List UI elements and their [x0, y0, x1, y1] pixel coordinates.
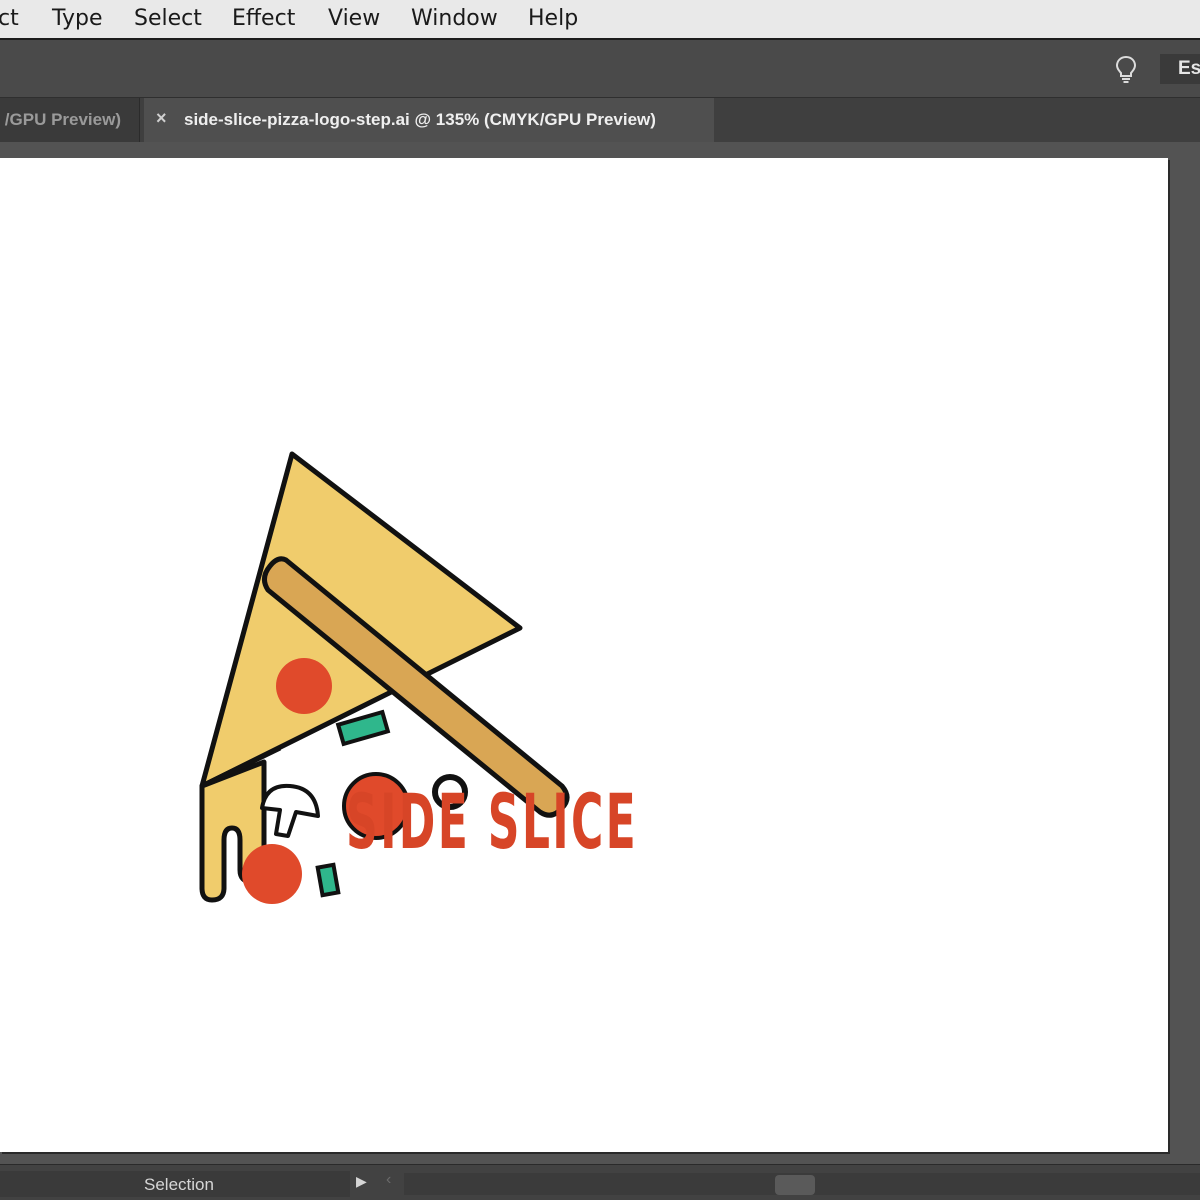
scroll-left-icon[interactable]: ‹ — [386, 1171, 391, 1189]
status-tool-field[interactable]: Selection — [0, 1171, 350, 1197]
status-tool-label: Selection — [144, 1175, 214, 1194]
menu-object[interactable]: ct — [0, 6, 19, 31]
tab-previous-label: /GPU Preview) — [4, 110, 121, 129]
menu-window[interactable]: Window — [411, 6, 498, 31]
close-icon[interactable]: × — [156, 108, 167, 129]
control-bar: Es — [0, 40, 1200, 98]
menu-type[interactable]: Type — [52, 6, 103, 31]
tab-previous-document[interactable]: /GPU Preview) — [0, 98, 140, 142]
pepperoni-3 — [242, 844, 302, 904]
canvas-area[interactable]: SIDE SLICE — [0, 142, 1200, 1164]
menu-help[interactable]: Help — [528, 6, 578, 31]
mushroom — [260, 783, 320, 838]
pepperoni-1 — [276, 658, 332, 714]
pepper-2 — [315, 862, 341, 898]
menu-select[interactable]: Select — [134, 6, 202, 31]
document-tab-bar: /GPU Preview) × side-slice-pizza-logo-st… — [0, 98, 1200, 142]
menu-bar: ct Type Select Effect View Window Help — [0, 0, 1200, 40]
tab-active-label: side-slice-pizza-logo-step.ai @ 135% (CM… — [184, 110, 656, 129]
scrollbar-thumb[interactable] — [775, 1175, 815, 1195]
tab-active-document[interactable]: × side-slice-pizza-logo-step.ai @ 135% (… — [144, 98, 714, 142]
menu-view[interactable]: View — [328, 6, 380, 31]
artboard[interactable]: SIDE SLICE — [0, 158, 1168, 1152]
play-arrow-icon[interactable]: ▶ — [356, 1173, 367, 1190]
logo-wordmark: SIDE SLICE — [346, 777, 639, 866]
lightbulb-icon[interactable] — [1112, 54, 1140, 84]
status-bar: Selection ▶ ‹ — [0, 1164, 1200, 1200]
workspace-switcher[interactable]: Es — [1160, 54, 1200, 84]
menu-effect[interactable]: Effect — [232, 6, 295, 31]
